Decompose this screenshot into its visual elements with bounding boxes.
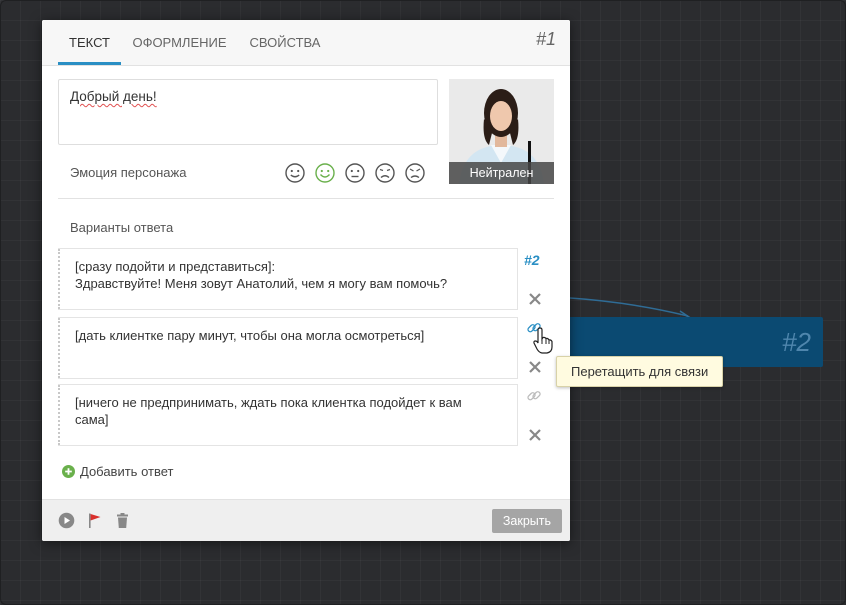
answer-line: [сразу подойти и представиться]:	[75, 259, 276, 274]
happy-icon[interactable]	[314, 162, 336, 184]
dialog-footer: Закрыть	[42, 499, 570, 541]
tab-bar: ТЕКСТ ОФОРМЛЕНИЕ СВОЙСТВА #1	[42, 20, 570, 66]
neutral-icon[interactable]	[344, 162, 366, 184]
emotion-caption: Нейтрален	[449, 162, 554, 184]
trash-icon[interactable]	[114, 512, 131, 529]
play-icon[interactable]	[58, 512, 75, 529]
answer-line: [дать клиентке пару минут, чтобы она мог…	[75, 328, 425, 343]
answer-option-1[interactable]: [сразу подойти и представиться]: Здравст…	[58, 248, 518, 310]
message-textarea[interactable]: Добрый день!	[58, 79, 438, 145]
answer-target-link[interactable]: #2	[524, 252, 540, 268]
answer-line: сама]	[75, 412, 109, 427]
answers-label: Варианты ответа	[70, 220, 174, 235]
add-answer-button[interactable]: Добавить ответ	[62, 464, 173, 479]
message-text: Добрый день!	[70, 89, 157, 104]
tab-text[interactable]: ТЕКСТ	[58, 20, 121, 65]
tooltip: Перетащить для связи	[556, 356, 724, 387]
answer-line: Здравствуйте! Меня зовут Анатолий, чем я…	[75, 276, 448, 291]
link-icon[interactable]	[526, 388, 542, 404]
emotion-label: Эмоция персонажа	[70, 165, 187, 180]
close-icon[interactable]	[528, 428, 542, 442]
node-id: #2	[782, 327, 811, 357]
answer-option-3[interactable]: [ничего не предпринимать, ждать пока кли…	[58, 384, 518, 446]
node-editor-dialog: ТЕКСТ ОФОРМЛЕНИЕ СВОЙСТВА #1 Добрый день…	[42, 20, 570, 541]
close-icon[interactable]	[528, 360, 542, 374]
dialog-id: #1	[535, 29, 556, 49]
character-avatar[interactable]: Нейтрален	[449, 79, 554, 184]
tab-properties[interactable]: СВОЙСТВА	[247, 20, 323, 65]
close-icon[interactable]	[528, 292, 542, 306]
smile-icon[interactable]	[284, 162, 306, 184]
flag-icon[interactable]	[86, 512, 103, 529]
add-answer-label: Добавить ответ	[80, 464, 174, 479]
tab-design[interactable]: ОФОРМЛЕНИЕ	[132, 20, 227, 65]
close-button[interactable]: Закрыть	[491, 509, 562, 533]
answer-line: [ничего не предпринимать, ждать пока кли…	[75, 395, 462, 410]
answer-option-2[interactable]: [дать клиентке пару минут, чтобы она мог…	[58, 317, 518, 379]
divider	[58, 198, 554, 199]
sad-icon[interactable]	[374, 162, 396, 184]
angry-icon[interactable]	[404, 162, 426, 184]
plus-circle-icon	[62, 465, 75, 478]
hand-cursor-icon	[533, 327, 553, 354]
